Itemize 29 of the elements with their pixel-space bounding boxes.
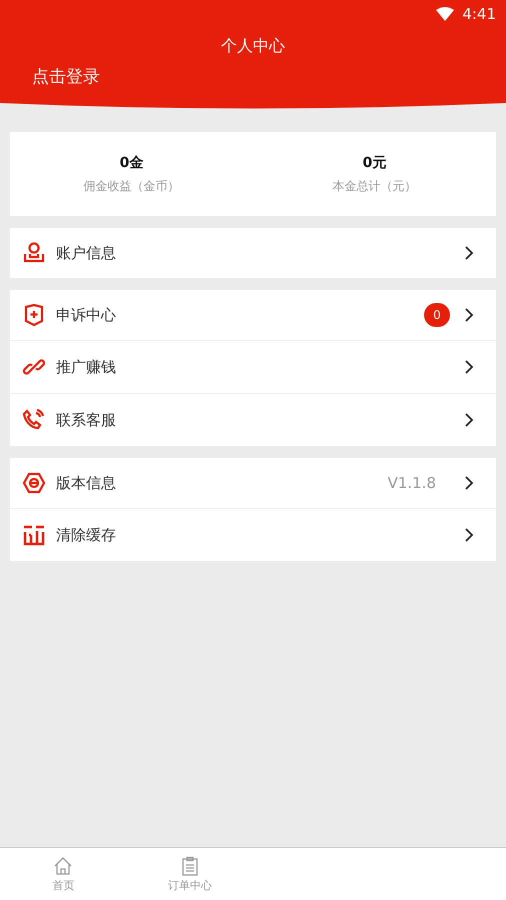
chevron-right-icon [464,412,474,428]
menu-item[interactable]: 清除缓存 [10,508,496,561]
phone-icon [22,408,46,432]
stat-value: 0金 [120,154,144,172]
menu-item[interactable]: 版本信息 V1.1.8 [10,458,496,508]
login-link[interactable]: 点击登录 [32,65,100,88]
version-text: V1.1.8 [388,474,436,492]
trash-icon [22,523,46,547]
status-time: 4:41 [462,5,496,23]
menu-item[interactable]: 推广赚钱 [10,340,496,393]
stat-label: 佣金收益（金币） [84,178,180,194]
menu-item[interactable]: 联系客服 [10,393,496,446]
chevron-right-icon [464,527,474,543]
home-icon [53,856,74,876]
shield-plus-icon [22,303,46,327]
clipboard-icon [180,856,200,876]
menu-item[interactable]: 账户信息 [10,228,496,278]
stat-label: 本金总计（元） [332,178,416,194]
person-icon [22,241,46,265]
count-badge: 0 [424,303,450,327]
stat-value: 0元 [362,154,386,172]
chevron-right-icon [464,307,474,323]
menu-item[interactable]: 申诉中心 0 [10,290,496,340]
wifi-icon [436,7,454,21]
chevron-right-icon [464,475,474,491]
hexagon-icon [22,471,46,495]
page-title: 个人中心 [220,36,286,57]
chevron-right-icon [464,245,474,261]
chevron-right-icon [464,359,474,375]
